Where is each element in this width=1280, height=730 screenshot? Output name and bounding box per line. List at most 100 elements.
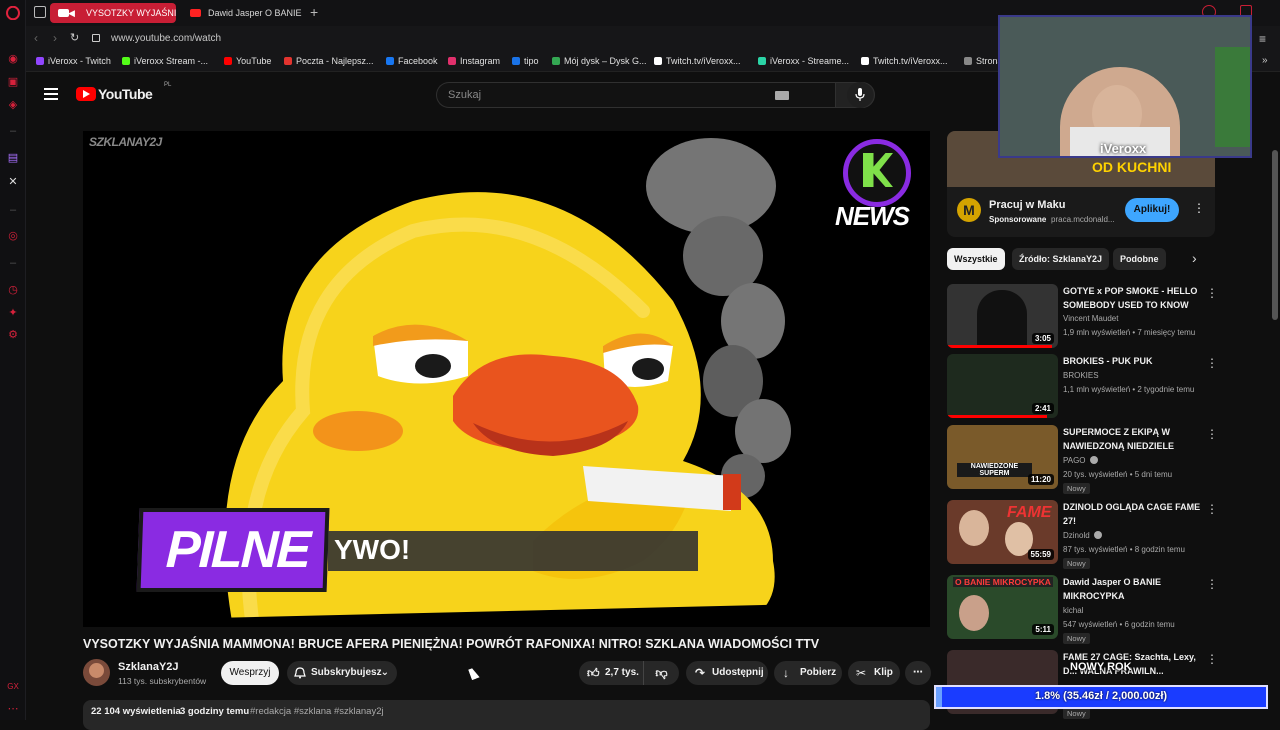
forward-icon[interactable]: › [53,31,57,45]
menu-icon[interactable]: ≡ [1259,32,1266,46]
thumbnail-text: NAWIEDZONE SUPERM [957,463,1032,477]
more-options-icon[interactable]: ⋮ [1206,356,1218,370]
video-duration: 3:05 [1031,333,1054,344]
microphone-icon [855,88,865,101]
chip-source[interactable]: Źródło: SzklanaY2J [1012,248,1110,270]
messenger-icon[interactable]: ◈ [6,98,20,112]
breaking-label: PILNE [164,521,311,579]
player-icon[interactable]: ◎ [6,229,20,243]
aria-icon[interactable]: ◉ [6,52,20,66]
bookmark-item[interactable]: Poczta - Najlepsz... [284,56,374,66]
more-options-icon[interactable]: ⋮ [1206,577,1218,591]
more-options-icon[interactable]: ⋮ [1206,427,1218,441]
settings-icon[interactable]: ⚙ [6,328,20,342]
channel-avatar[interactable] [83,659,110,686]
video-channel: Dzinold [1063,531,1090,540]
chip-similar[interactable]: Podobne [1113,248,1166,270]
ad-domain: praca.mcdonald... [1051,215,1115,224]
webcam-panel [1215,47,1250,147]
chip-all[interactable]: Wszystkie [947,248,1005,270]
gx-icon[interactable]: GX [6,680,20,694]
wallet-icon[interactable]: ▣ [6,75,20,89]
like-button[interactable]: 👍︎ 2,7 tys. [579,661,643,685]
divider-icon: – [9,257,17,269]
bookmark-item[interactable]: Strona [964,56,1003,66]
dislike-button[interactable]: 👎︎ [643,661,679,685]
hamburger-menu-icon[interactable] [44,88,58,100]
opera-logo-icon[interactable] [6,5,20,21]
new-badge: Nowy [1063,558,1090,569]
bookmark-item[interactable]: iVeroxx - Twitch [36,56,111,66]
banner-ticker: YWO! [328,531,698,571]
more-options-icon[interactable]: ⋮ [1206,502,1218,516]
cursor-icon [468,666,480,681]
video-channel: Vincent Maudet [1063,314,1119,323]
twitch-icon[interactable]: ▤ [6,151,20,165]
subscriber-count: 113 tys. subskrybentów [118,676,207,686]
scissors-icon: ✂ [856,666,867,680]
hashtags[interactable]: #redakcja #szklana #szklanay2j [250,706,384,717]
bookmark-favicon-icon [224,57,232,65]
video-title: GOTYE x POP SMOKE - HELLO SOMEBODY USED … [1063,286,1198,310]
more-icon[interactable]: ⋯ [6,702,20,716]
bookmark-favicon-icon [284,57,292,65]
search-input[interactable]: Szukaj [436,82,835,108]
reload-icon[interactable]: ↻ [70,31,79,44]
tab-dawid-jasper[interactable]: Dawid Jasper O BANIE M [182,3,302,23]
bookmark-favicon-icon [861,57,869,65]
bookmark-item[interactable]: Mój dysk – Dysk G... [552,56,647,66]
tab-vysotzky[interactable]: ◀ VYSOTZKY WYJAŚNIA [50,3,176,23]
more-options-icon[interactable]: ⋮ [1206,286,1218,300]
video-meta: 20 tys. wyświetleń • 5 dni temu [1063,470,1173,479]
bookmark-favicon-icon [36,57,44,65]
bookmark-item[interactable]: tipo [512,56,539,66]
related-video[interactable]: 3:05 GOTYE x POP SMOKE - HELLO SOMEBODY … [947,284,1218,352]
related-video[interactable]: NAWIEDZONE SUPERM 11:20 SUPERMOCE Z EKIP… [947,425,1218,494]
extensions-icon[interactable]: ✦ [6,306,20,320]
keyboard-icon[interactable] [775,91,789,100]
channel-name[interactable]: SzklanaY2J [118,661,179,673]
bookmark-favicon-icon [654,57,662,65]
more-actions-button[interactable]: ⋯ [905,661,931,685]
support-button[interactable]: Wesprzyj [221,661,279,685]
history-icon[interactable]: ◷ [6,283,20,297]
url-field[interactable]: www.youtube.com/watch [111,33,221,44]
bookmarks-more-icon[interactable]: » [1262,55,1268,66]
video-channel: BROKIES [1063,371,1099,380]
description-box[interactable]: 22 104 wyświetlenia 3 godziny temu #reda… [83,700,930,730]
tab-manager-icon[interactable] [34,6,46,18]
verified-icon [1094,531,1102,539]
x-icon[interactable]: ✕ [6,175,20,189]
news-logo: NEWS [835,139,917,234]
download-button[interactable]: ↓ Pobierz [774,661,842,685]
bookmark-item[interactable]: Instagram [448,56,500,66]
clip-button[interactable]: ✂ Klip [848,661,900,685]
watch-progress [947,345,1053,348]
bookmark-favicon-icon [122,57,130,65]
ad-more-icon[interactable]: ⋮ [1193,201,1205,215]
bell-icon [294,667,306,679]
related-video[interactable]: O BANIE MIKROCYPKA 5:11 Dawid Jasper O B… [947,575,1218,644]
youtube-play-icon [76,87,96,101]
page-scrollbar[interactable] [1272,150,1278,320]
video-thumbnail: 2:41 [947,354,1058,418]
bookmark-item[interactable]: Twitch.tv/iVeroxx... [654,56,741,66]
share-button[interactable]: ↷ Udostępnij [686,661,768,685]
video-meta: 1,1 mln wyświetleń • 2 tygodnie temu [1063,385,1195,394]
video-player[interactable]: SZKLANAY2J NEWS PILNE YWO! [83,131,930,627]
chips-next-icon[interactable]: › [1192,250,1197,266]
bookmark-item[interactable]: YouTube [224,56,271,66]
new-tab-button[interactable]: + [310,4,318,20]
back-icon[interactable]: ‹ [34,31,38,45]
bookmark-item[interactable]: Facebook [386,56,438,66]
bookmark-item[interactable]: iVeroxx - Streame... [758,56,849,66]
subscribed-button[interactable]: Subskrybujesz ⌄ [287,661,397,685]
ad-cta-button[interactable]: Aplikuj! [1125,198,1179,222]
more-options-icon[interactable]: ⋮ [1206,652,1217,666]
related-video[interactable]: 2:41 BROKIES - PUK PUK BROKIES 1,1 mln w… [947,354,1218,422]
voice-search-button[interactable] [847,82,873,108]
ad-thumbnail-text: OD KUCHNI [1092,159,1172,175]
bookmark-item[interactable]: Twitch.tv/iVeroxx... [861,56,948,66]
related-video[interactable]: FAME 55:59 DZINOLD OGLĄDA CAGE FAME 27! … [947,500,1218,569]
bookmark-item[interactable]: iVeroxx Stream -... [122,56,208,66]
